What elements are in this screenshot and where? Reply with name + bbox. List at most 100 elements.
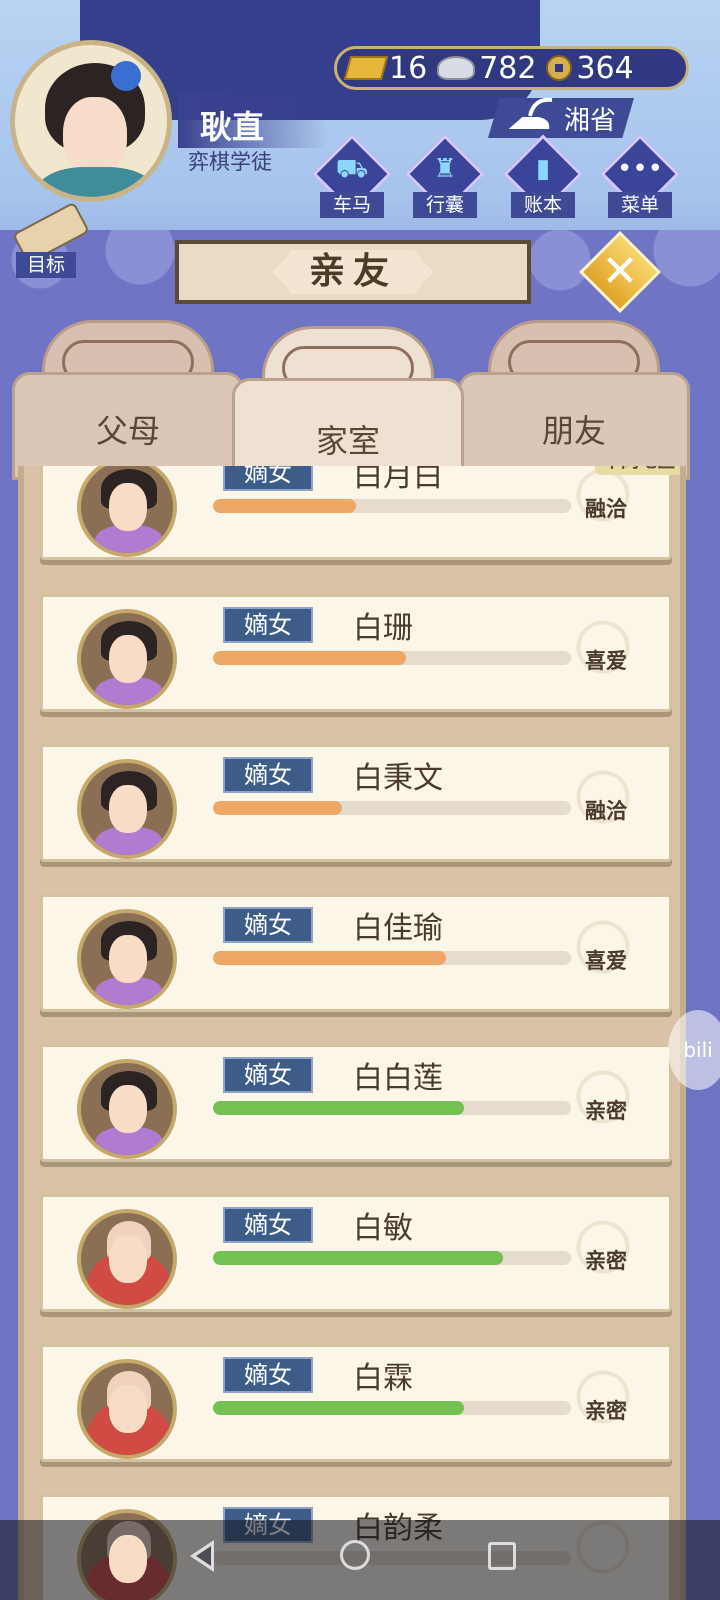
carriage-label: 车马: [320, 192, 384, 218]
affinity-fill: [213, 1101, 464, 1115]
copper-coin-icon: [546, 55, 573, 81]
title-banner: 亲友: [175, 240, 531, 304]
ledger-button[interactable]: ▮ 账本: [503, 134, 583, 220]
tab-parents[interactable]: 父母: [12, 320, 244, 480]
relative-portrait[interactable]: [77, 1059, 177, 1159]
affinity-bar: [213, 1401, 571, 1415]
player-name: 耿直: [200, 108, 265, 146]
relative-row[interactable]: 嫡女 白敏亲密: [36, 1192, 676, 1316]
relative-portrait[interactable]: [77, 1359, 177, 1459]
affinity-bar: [213, 651, 571, 665]
home-icon[interactable]: [340, 1540, 370, 1570]
more-button[interactable]: ••• 菜单: [600, 134, 680, 220]
affinity-fill: [213, 951, 446, 965]
relation-status: 融洽: [585, 497, 627, 521]
affinity-bar: [213, 1251, 571, 1265]
bag-button[interactable]: ♜ 行囊: [405, 134, 485, 220]
affinity-bar: [213, 801, 571, 815]
player-avatar[interactable]: [10, 40, 172, 202]
affinity-fill: [213, 651, 407, 665]
affinity-bar: [213, 499, 571, 513]
iron-icon: [503, 97, 553, 131]
hair-flower-icon: [111, 61, 141, 91]
relative-name: 白白莲: [353, 1061, 443, 1096]
relation-status: 喜爱: [585, 649, 627, 673]
relative-list[interactable]: 嫡女白月白融洽不同地区嫡女白珊喜爱嫡女白秉文融洽嫡女白佳瑜喜爱嫡女白白莲亲密嫡女…: [18, 466, 686, 1600]
currency-bar: 16 782 364: [334, 46, 689, 90]
affinity-bar: [213, 1101, 571, 1115]
carriage-icon: ⛟: [335, 154, 369, 184]
tab-friends[interactable]: 朋友: [458, 320, 690, 480]
relative-card[interactable]: 嫡女 白珊喜爱: [40, 594, 673, 712]
tab-family[interactable]: 家室: [232, 326, 464, 476]
relative-row[interactable]: 嫡女 白白莲亲密: [36, 1042, 676, 1166]
relative-card[interactable]: 嫡女 白佳瑜喜爱: [40, 894, 673, 1012]
relation-tag: 嫡女: [223, 1057, 313, 1093]
copper-amount: 364: [576, 50, 634, 86]
ledger-label: 账本: [511, 192, 575, 218]
relation-tag: 嫡女: [223, 907, 313, 943]
tab-family-label: 家室: [315, 422, 380, 460]
carriage-button[interactable]: ⛟ 车马: [312, 134, 392, 220]
silver-amount: 782: [479, 50, 537, 86]
relative-row[interactable]: 嫡女 白秉文 融洽: [36, 742, 676, 866]
region-badge: 不同地区: [595, 466, 680, 475]
relation-status: 亲密: [585, 1249, 627, 1273]
gold-ingot-icon: [343, 56, 389, 80]
relative-name: 白霖: [353, 1361, 413, 1396]
relative-card[interactable]: 嫡女 白秉文 融洽: [40, 744, 673, 862]
portrait-face: [109, 1535, 147, 1583]
relation-status: 亲密: [585, 1099, 627, 1123]
affinity-bar: [213, 951, 571, 965]
close-icon[interactable]: ✕: [591, 243, 649, 301]
relative-name: 白月白: [353, 466, 443, 494]
relation-tag: 嫡女: [223, 1207, 313, 1243]
relative-row[interactable]: 嫡女 白霖亲密: [36, 1342, 676, 1466]
relation-tag: 嫡女: [223, 607, 313, 643]
page-title: 亲友: [308, 251, 397, 292]
portrait-face: [109, 635, 147, 683]
tab-friends-label: 朋友: [541, 412, 606, 450]
relative-row[interactable]: 嫡女 白月白融洽 不同地区: [36, 466, 680, 564]
relative-name: 白佳瑜: [353, 911, 443, 946]
player-title: 弈棋学徒: [188, 150, 272, 174]
relation-status: 融洽: [585, 799, 627, 823]
relation-tag: 嫡女: [223, 466, 313, 491]
relative-portrait[interactable]: [77, 609, 177, 709]
portrait-face: [109, 483, 147, 531]
affinity-fill: [213, 1401, 464, 1415]
relative-name: 白珊: [353, 611, 413, 646]
relative-card[interactable]: 嫡女 白白莲亲密: [40, 1044, 673, 1162]
goal-label: 目标: [16, 252, 76, 278]
avatar-body: [37, 167, 155, 197]
relative-row[interactable]: 嫡女 白佳瑜喜爱: [36, 892, 676, 1016]
affinity-fill: [213, 499, 357, 513]
relative-card[interactable]: 嫡女 白敏亲密: [40, 1194, 673, 1312]
relative-name: 白敏: [353, 1211, 413, 1246]
portrait-face: [109, 1085, 147, 1133]
bilibili-watermark: bili: [668, 1010, 720, 1090]
goal-button[interactable]: 目标: [8, 201, 90, 278]
avatar-face: [63, 97, 127, 175]
relative-row[interactable]: 嫡女 白珊喜爱: [36, 592, 676, 716]
relation-status: 亲密: [585, 1399, 627, 1423]
relative-card[interactable]: 嫡女 白霖亲密: [40, 1344, 673, 1462]
relative-portrait[interactable]: [77, 466, 177, 557]
portrait-face: [109, 785, 147, 833]
affinity-fill: [213, 801, 342, 815]
more-label: 菜单: [608, 192, 672, 218]
relative-portrait[interactable]: [77, 759, 177, 859]
recent-apps-icon[interactable]: [488, 1542, 516, 1570]
relation-tag: 嫡女: [223, 1357, 313, 1393]
gold-amount: 16: [389, 50, 428, 86]
relation-status: 喜爱: [585, 949, 627, 973]
location-label: 湘省: [563, 105, 616, 136]
tab-parents-label: 父母: [95, 412, 160, 450]
relative-portrait[interactable]: [77, 909, 177, 1009]
relative-portrait[interactable]: [77, 1209, 177, 1309]
silver-ingot-icon: [437, 56, 476, 80]
relative-card[interactable]: 嫡女 白月白融洽 不同地区: [40, 466, 680, 560]
ledger-icon: ▮: [535, 154, 551, 184]
portrait-face: [109, 1385, 147, 1433]
portrait-face: [109, 935, 147, 983]
